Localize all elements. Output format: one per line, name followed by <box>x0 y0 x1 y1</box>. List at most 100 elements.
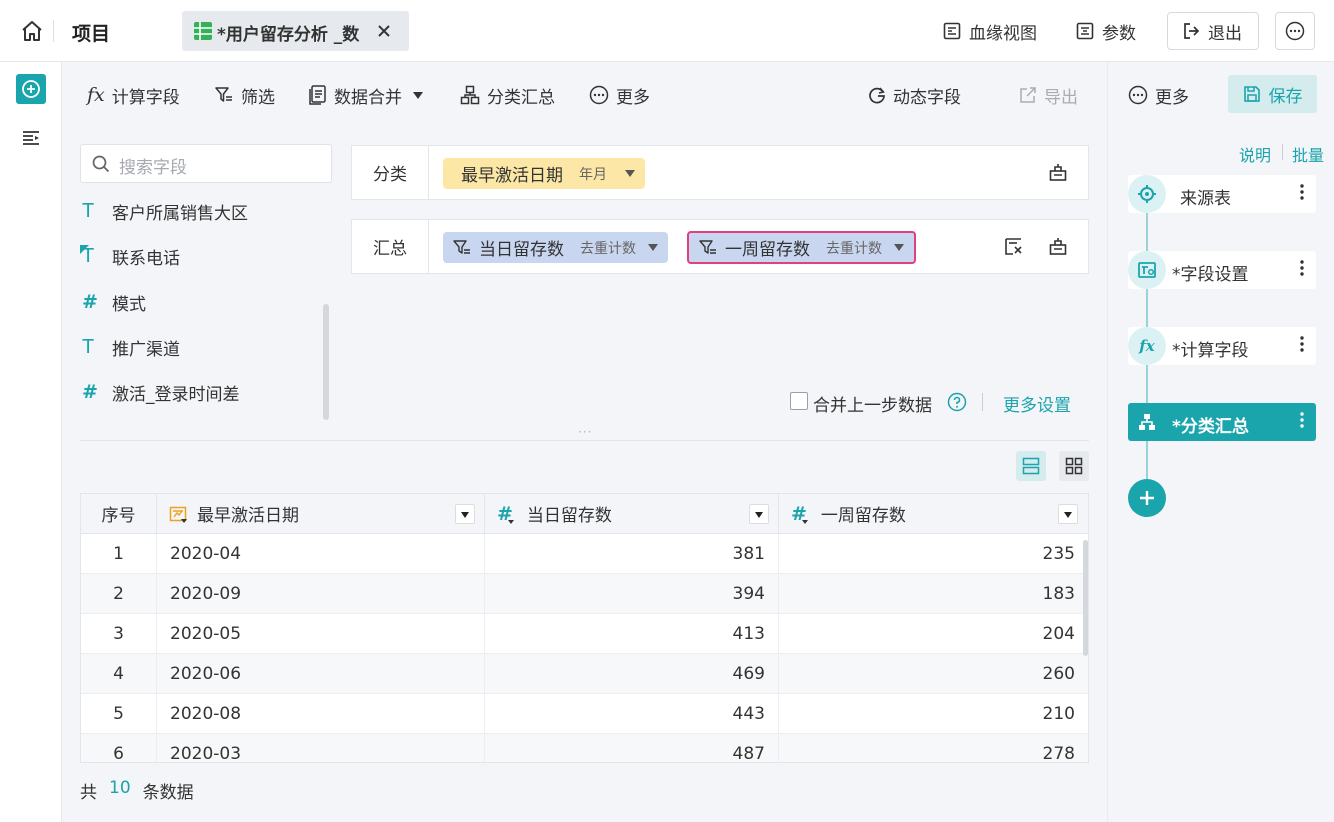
field-item[interactable]: T 推广渠道 <box>82 335 180 360</box>
merge-previous-checkbox[interactable] <box>790 392 808 410</box>
row-view-toggle[interactable] <box>1016 451 1046 481</box>
group-summary-button[interactable]: 分类汇总 <box>460 82 555 108</box>
column-header-date[interactable]: 最早激活日期 <box>157 494 485 534</box>
right-more-label: 更多 <box>1155 87 1189 108</box>
field-label: 激活_登录时间差 <box>112 384 240 405</box>
cell-week-retention: 260 <box>1042 664 1075 684</box>
cell-date: 2020-03 <box>157 734 485 762</box>
column-menu-button[interactable] <box>455 504 475 524</box>
field-list-panel: 搜索字段 T 客户所属销售大区 T 联系电话 # 模式 T 推广渠道 # 激活_… <box>62 127 352 437</box>
clear-summary-icon[interactable] <box>1048 237 1068 257</box>
more-settings-link[interactable]: 更多设置 <box>1003 391 1071 416</box>
close-tab-icon[interactable] <box>377 24 391 38</box>
tab-user-retention[interactable]: *用户留存分析 _数 <box>182 11 409 51</box>
top-bar: 项目 *用户留存分析 _数 血缘视图 参数 退出 <box>0 0 1334 62</box>
text-type-icon: T <box>82 335 95 358</box>
help-icon[interactable] <box>947 392 967 412</box>
column-header-week-retention[interactable]: # 一周留存数 <box>779 494 1088 534</box>
table-row: 5 2020-08 443 210 <box>81 694 1088 734</box>
step-calc-field[interactable]: fx *计算字段 <box>1128 327 1316 365</box>
cell-day-retention: 443 <box>485 694 779 734</box>
plus-circle-icon <box>21 79 41 99</box>
column-menu-button[interactable] <box>1058 504 1078 524</box>
refresh-g-icon <box>868 86 886 104</box>
exit-button[interactable]: 退出 <box>1167 12 1259 50</box>
count-suffix: 条数据 <box>142 783 194 803</box>
outline-list-icon[interactable] <box>22 130 40 146</box>
step-source-table[interactable]: 来源表 <box>1128 175 1316 213</box>
chevron-down-icon[interactable] <box>648 244 658 251</box>
cell-day-retention: 413 <box>485 614 779 654</box>
cell-index: 1 <box>81 534 157 574</box>
count-prefix: 共 <box>80 783 97 803</box>
more-toolbar-button[interactable]: 更多 <box>589 82 650 108</box>
column-header-day-retention[interactable]: # 当日留存数 <box>485 494 779 534</box>
filter-icon <box>699 239 717 257</box>
data-merge-button[interactable]: 数据合并 <box>309 82 423 108</box>
clear-filter-icon[interactable] <box>1004 237 1024 257</box>
step-field-settings[interactable]: *字段设置 <box>1128 251 1316 289</box>
grid-view-toggle[interactable] <box>1059 451 1089 481</box>
field-item[interactable]: # 模式 <box>82 290 146 315</box>
lineage-view-button[interactable]: 血缘视图 <box>943 12 1037 50</box>
calc-field-button[interactable]: fx 计算字段 <box>87 82 180 108</box>
dynamic-field-button[interactable]: 动态字段 <box>868 82 961 108</box>
number-type-icon: # <box>497 502 514 525</box>
text-type-icon: T <box>80 244 95 267</box>
step-group-summary[interactable]: *分类汇总 <box>1128 403 1316 441</box>
kebab-icon[interactable] <box>1300 411 1304 429</box>
number-type-icon: # <box>82 291 98 313</box>
more-options-button[interactable] <box>1275 12 1315 50</box>
panel-splitter[interactable] <box>80 440 1089 441</box>
project-title[interactable]: 项目 <box>72 19 110 46</box>
ellipsis-circle-icon <box>1285 21 1305 41</box>
summary-chip[interactable]: 当日留存数 去重计数 <box>443 232 668 263</box>
params-button[interactable]: 参数 <box>1076 12 1136 50</box>
cell-day-retention: 487 <box>485 734 779 762</box>
clear-category-icon[interactable] <box>1048 163 1068 183</box>
dynamic-field-label: 动态字段 <box>893 87 961 108</box>
category-chip[interactable]: 最早激活日期 年月 <box>443 158 645 189</box>
hierarchy-icon <box>460 85 480 105</box>
fx-icon: fx <box>1128 327 1166 365</box>
chevron-down-icon[interactable] <box>894 244 904 251</box>
splitter-handle-icon[interactable]: ··· <box>578 425 592 439</box>
right-more-button[interactable]: 更多 <box>1128 82 1189 108</box>
summary-chip-selected[interactable]: 一周留存数 去重计数 <box>687 231 916 264</box>
field-item[interactable]: T 客户所属销售大区 <box>82 199 248 224</box>
cell-week-retention: 210 <box>1042 704 1075 724</box>
table-scrollbar[interactable] <box>1083 540 1088 656</box>
save-label: 保存 <box>1268 86 1303 107</box>
add-step-button[interactable] <box>16 74 46 104</box>
home-icon[interactable] <box>20 20 44 42</box>
add-step-circle-button[interactable] <box>1128 479 1166 517</box>
divider <box>1282 144 1283 160</box>
plus-icon <box>1139 490 1155 506</box>
kebab-icon[interactable] <box>1300 183 1304 201</box>
record-count: 共 10 条数据 <box>80 778 194 803</box>
field-item[interactable]: T 联系电话 <box>80 244 180 269</box>
cell-week-retention: 204 <box>1042 624 1075 644</box>
cell-date: 2020-04 <box>157 534 485 574</box>
right-panel: 更多 保存 说明 批量 来源表 *字段设置 fx *计算字段 *分类汇总 <box>1107 62 1334 822</box>
kebab-icon[interactable] <box>1300 335 1304 353</box>
filter-button[interactable]: 筛选 <box>214 82 275 108</box>
field-item[interactable]: # 激活_登录时间差 <box>82 380 240 405</box>
split-view-icon <box>1022 457 1040 475</box>
batch-link[interactable]: 批量 <box>1292 142 1324 166</box>
lineage-label: 血缘视图 <box>969 23 1037 44</box>
save-button[interactable]: 保存 <box>1228 75 1317 113</box>
column-menu-button[interactable] <box>749 504 769 524</box>
field-list-scrollbar[interactable] <box>323 304 329 420</box>
filter-icon <box>214 85 234 105</box>
export-button[interactable]: 导出 <box>1019 82 1078 108</box>
step-label: *字段设置 <box>1172 265 1249 285</box>
chevron-down-icon[interactable] <box>625 170 635 177</box>
date-type-icon <box>169 505 187 523</box>
field-label: 推广渠道 <box>112 339 180 360</box>
kebab-icon[interactable] <box>1300 259 1304 277</box>
exit-label: 退出 <box>1208 23 1242 44</box>
field-search-input[interactable]: 搜索字段 <box>80 144 332 183</box>
explain-link[interactable]: 说明 <box>1239 142 1271 166</box>
chip-name: 最早激活日期 <box>461 166 563 186</box>
